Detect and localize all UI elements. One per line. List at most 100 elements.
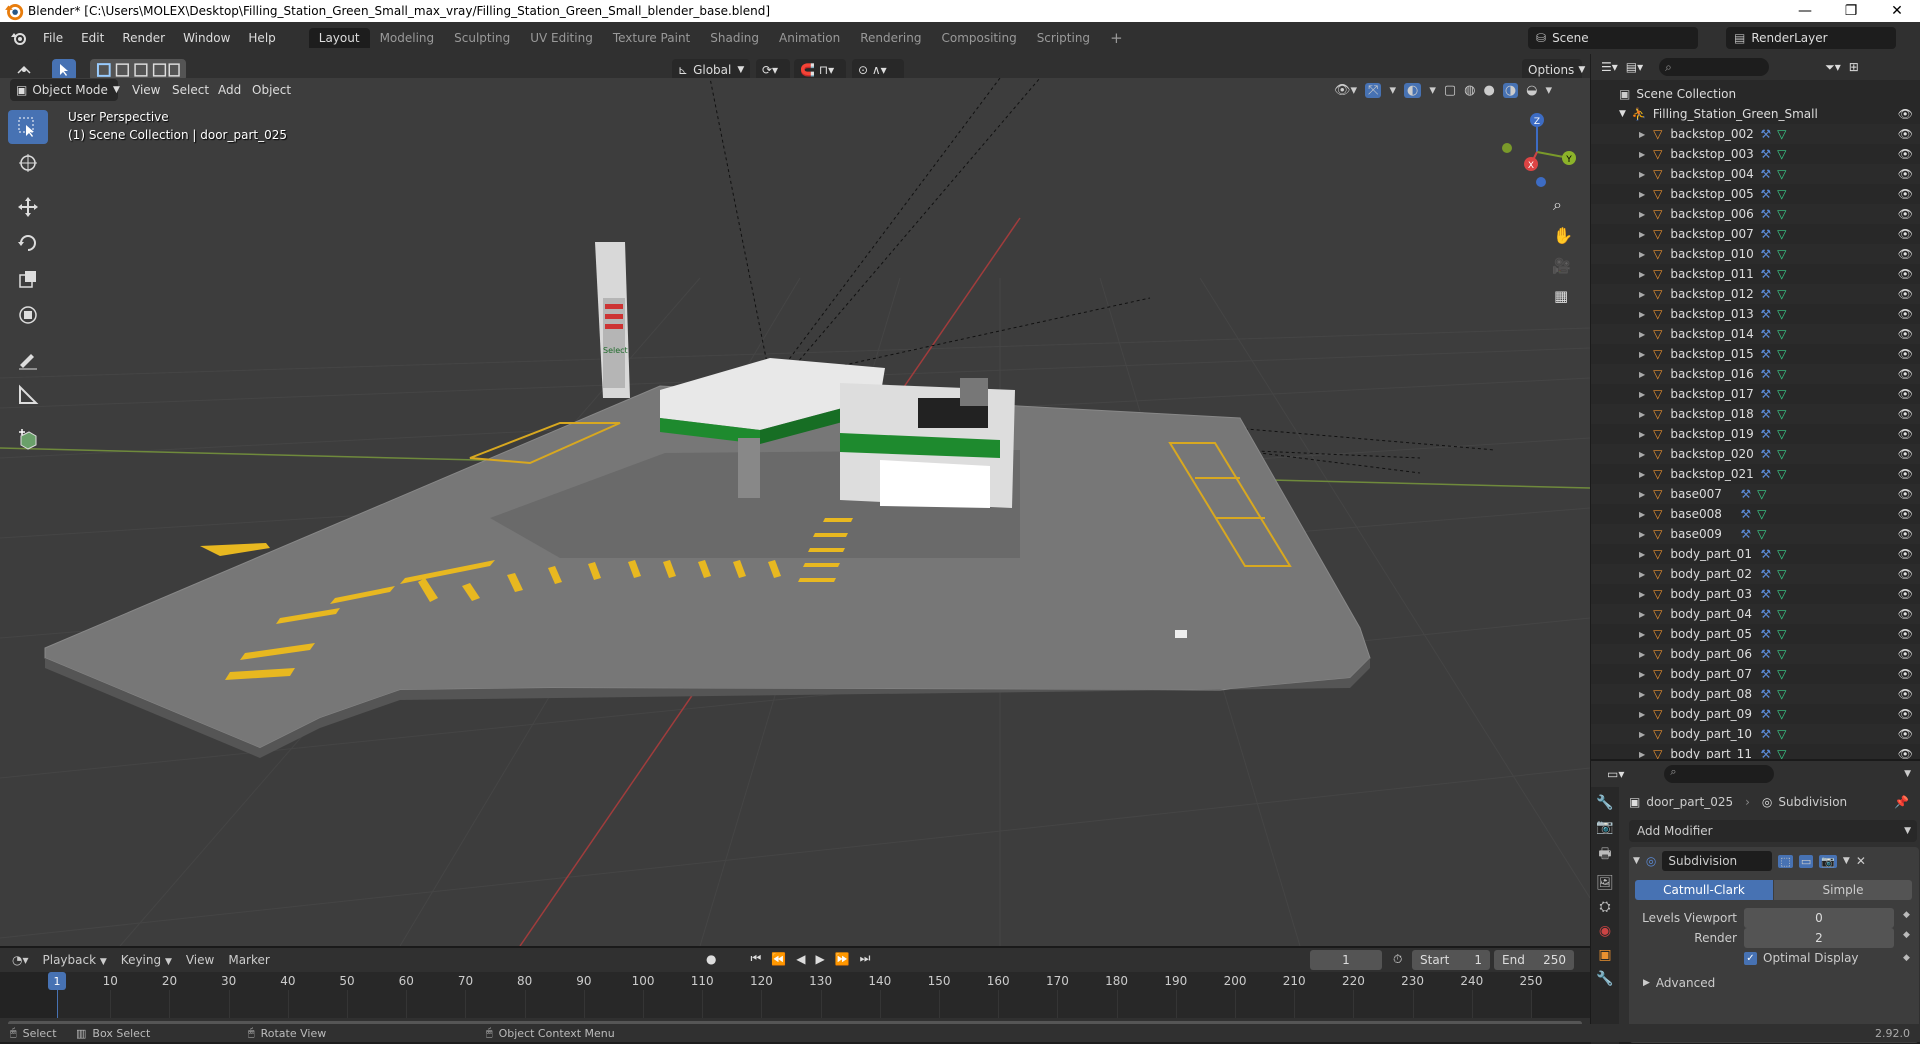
camera-view-icon[interactable]: 🎥 [1552, 257, 1571, 275]
expand-arrow-icon[interactable]: ▶ [1639, 290, 1645, 299]
modifier-tab-icon[interactable]: 🔧 [1596, 971, 1613, 987]
expand-arrow-icon[interactable]: ▶ [1639, 710, 1645, 719]
object-mode-dropdown[interactable]: ▣ Object Mode ▼ [10, 79, 120, 101]
move-tool[interactable] [8, 190, 48, 224]
measure-tool[interactable] [8, 378, 48, 412]
modifier-wrench-icon[interactable]: ⚒ [1760, 447, 1771, 461]
mesh-data-icon[interactable]: ▽ [1777, 187, 1786, 201]
modifier-wrench-icon[interactable]: ⚒ [1760, 727, 1771, 741]
prev-keyframe-icon[interactable]: ⏪ [771, 952, 786, 966]
mesh-data-icon[interactable]: ▽ [1777, 687, 1786, 701]
tab-rendering[interactable]: Rendering [850, 28, 931, 48]
pan-hand-icon[interactable]: ✋ [1553, 226, 1573, 245]
eye-icon[interactable]: 👁 [1898, 707, 1913, 721]
mesh-data-icon[interactable]: ▽ [1757, 527, 1766, 541]
modifier-wrench-icon[interactable]: ⚒ [1760, 747, 1771, 759]
editmode-toggle-icon[interactable]: ⬚ [1778, 854, 1793, 868]
modifier-wrench-icon[interactable]: ⚒ [1740, 487, 1751, 501]
eye-icon[interactable]: 👁 [1898, 447, 1913, 461]
modifier-wrench-icon[interactable]: ⚒ [1760, 207, 1771, 221]
menu-window[interactable]: Window [174, 31, 239, 45]
tab-modeling[interactable]: Modeling [370, 28, 445, 48]
jump-end-icon[interactable]: ⏭ [860, 951, 871, 966]
keyframe-dot-icon[interactable]: ◆ [1903, 953, 1910, 963]
mesh-data-icon[interactable]: ▽ [1777, 707, 1786, 721]
modifier-wrench-icon[interactable]: ⚒ [1760, 387, 1771, 401]
modifier-wrench-icon[interactable]: ⚒ [1760, 467, 1771, 481]
gizmo-toggle-icon[interactable]: ⤧ [1365, 82, 1382, 98]
mesh-data-icon[interactable]: ▽ [1757, 507, 1766, 521]
eye-icon[interactable]: 👁 [1898, 127, 1913, 141]
expand-arrow-icon[interactable]: ▶ [1639, 590, 1645, 599]
modifier-wrench-icon[interactable]: ⚒ [1760, 567, 1771, 581]
expand-arrow-icon[interactable]: ▶ [1639, 430, 1645, 439]
playback-menu[interactable]: Playback ▼ [43, 953, 107, 967]
menu-file[interactable]: File [34, 31, 72, 45]
modifier-wrench-icon[interactable]: ⚒ [1760, 427, 1771, 441]
keying-menu[interactable]: Keying ▼ [121, 953, 172, 967]
mesh-data-icon[interactable]: ▽ [1777, 747, 1786, 759]
outliner-item[interactable]: ▶ ▽ backstop_021 ⚒ ▽ 👁 [1591, 464, 1920, 484]
eye-icon[interactable]: 👁 [1898, 147, 1913, 161]
current-frame-field[interactable]: 1 [1310, 950, 1382, 970]
display-mode-icon[interactable]: ▤▾ [1626, 60, 1643, 74]
menu-add[interactable]: Add [218, 83, 241, 97]
expand-arrow-icon[interactable]: ▶ [1639, 330, 1645, 339]
outliner-item[interactable]: ▶ ▽ body_part_01 ⚒ ▽ 👁 [1591, 544, 1920, 564]
outliner-item[interactable]: ▶ ▽ body_part_10 ⚒ ▽ 👁 [1591, 724, 1920, 744]
expand-arrow-icon[interactable]: ▶ [1639, 410, 1645, 419]
modifier-wrench-icon[interactable]: ⚒ [1760, 707, 1771, 721]
tab-layout[interactable]: Layout [308, 28, 370, 48]
expand-arrow-icon[interactable]: ▶ [1639, 210, 1645, 219]
eye-icon[interactable]: 👁 [1898, 687, 1913, 701]
eye-icon[interactable]: 👁 [1898, 207, 1913, 221]
scene-tab-icon[interactable]: ⛭ [1599, 899, 1610, 915]
eye-icon[interactable]: 👁 [1898, 287, 1913, 301]
eye-icon[interactable]: 👁 [1898, 567, 1913, 581]
collapse-arrow-icon[interactable]: ▼ [1633, 856, 1640, 866]
outliner-item[interactable]: ▶ ▽ backstop_004 ⚒ ▽ 👁 [1591, 164, 1920, 184]
modifier-wrench-icon[interactable]: ⚒ [1760, 187, 1771, 201]
modifier-wrench-icon[interactable]: ⚒ [1760, 687, 1771, 701]
modifier-wrench-icon[interactable]: ⚒ [1760, 347, 1771, 361]
outliner-editor-icon[interactable]: ☰▾ [1601, 60, 1618, 74]
mesh-data-icon[interactable]: ▽ [1777, 307, 1786, 321]
minimize-button[interactable]: — [1782, 0, 1828, 22]
viewport-scene[interactable]: Select [0, 78, 1590, 946]
scene-selector[interactable]: ⛁ Scene [1528, 27, 1698, 49]
add-cube-tool[interactable] [8, 422, 48, 456]
mesh-data-icon[interactable]: ▽ [1777, 147, 1786, 161]
expand-arrow-icon[interactable]: ▶ [1639, 750, 1645, 759]
eye-icon[interactable]: 👁 [1898, 327, 1913, 341]
eye-icon[interactable]: 👁 [1898, 727, 1913, 741]
modifier-wrench-icon[interactable]: ⚒ [1760, 327, 1771, 341]
modifier-wrench-icon[interactable]: ⚒ [1760, 147, 1771, 161]
eye-icon[interactable]: 👁 [1898, 267, 1913, 281]
outliner-item[interactable]: ▶ ▽ backstop_003 ⚒ ▽ 👁 [1591, 144, 1920, 164]
eye-icon[interactable]: 👁 [1898, 427, 1913, 441]
mesh-data-icon[interactable]: ▽ [1777, 727, 1786, 741]
navigation-gizmo[interactable]: Z Y X [1497, 110, 1577, 190]
3d-viewport[interactable]: Select User Perspective (1) Scene Collec… [0, 78, 1590, 946]
eye-icon[interactable]: 👁 [1898, 247, 1913, 261]
modifier-wrench-icon[interactable]: ⚒ [1760, 667, 1771, 681]
menu-render[interactable]: Render [113, 31, 174, 45]
jump-start-icon[interactable]: ⏮ [750, 951, 761, 966]
outliner-item[interactable]: ▶ ▽ body_part_02 ⚒ ▽ 👁 [1591, 564, 1920, 584]
tab-sculpting[interactable]: Sculpting [444, 28, 520, 48]
modifier-wrench-icon[interactable]: ⚒ [1760, 647, 1771, 661]
mesh-data-icon[interactable]: ▽ [1777, 227, 1786, 241]
mesh-data-icon[interactable]: ▽ [1777, 327, 1786, 341]
maximize-button[interactable]: ❐ [1828, 0, 1874, 22]
view-layer-tab-icon[interactable]: 🖼 [1596, 875, 1614, 891]
render-levels-field[interactable]: 2 [1744, 928, 1894, 948]
eye-icon[interactable]: 👁 [1898, 467, 1913, 481]
outliner-scene-collection[interactable]: ▣ Scene Collection [1591, 84, 1920, 104]
outliner-item[interactable]: ▶ ▽ body_part_05 ⚒ ▽ 👁 [1591, 624, 1920, 644]
mesh-data-icon[interactable]: ▽ [1777, 607, 1786, 621]
outliner-item[interactable]: ▶ ▽ backstop_015 ⚒ ▽ 👁 [1591, 344, 1920, 364]
chevron-down-icon[interactable]: ▼ [1904, 769, 1911, 779]
menu-object[interactable]: Object [252, 83, 291, 97]
eye-icon[interactable]: 👁 [1898, 487, 1913, 501]
menu-view[interactable]: View [132, 83, 160, 97]
